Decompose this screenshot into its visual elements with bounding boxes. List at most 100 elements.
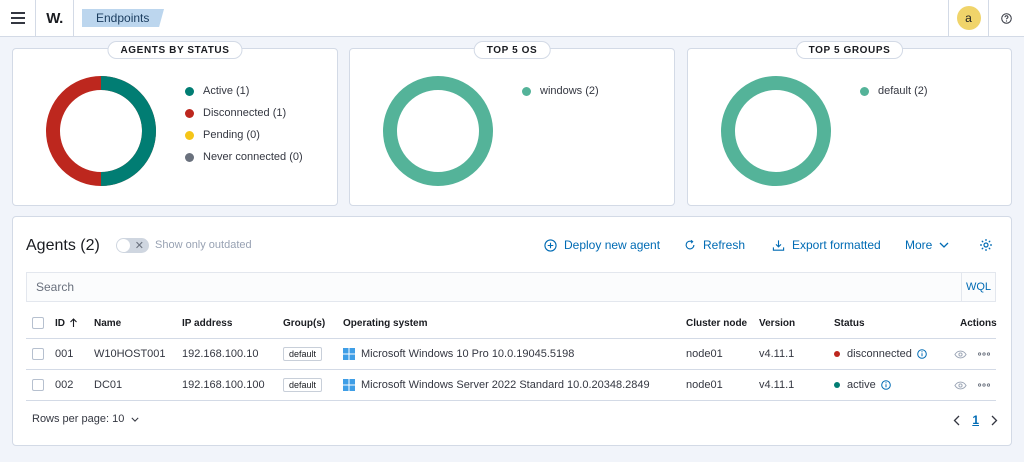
legend-dot — [185, 152, 194, 162]
status-dot — [834, 351, 840, 357]
donut-slice-default — [721, 76, 831, 186]
refresh-label: Refresh — [703, 238, 746, 252]
info-icon[interactable] — [880, 380, 891, 390]
group-badge[interactable]: default — [283, 347, 323, 361]
status-label: active — [847, 379, 876, 391]
legend-item-never-connected[interactable]: Never connected (0) — [185, 146, 303, 168]
more-label: More — [905, 238, 933, 252]
column-header-name[interactable]: Name — [94, 308, 121, 338]
os-label: Microsoft Windows Server 2022 Standard 1… — [361, 379, 650, 391]
view-agent-button[interactable] — [954, 339, 967, 369]
select-all-checkbox[interactable] — [32, 308, 44, 338]
rows-per-page-label: Rows per page: 10 — [32, 413, 125, 425]
more-menu-button[interactable]: More — [905, 238, 956, 252]
cell-version: v4.11.1 — [759, 348, 795, 360]
column-header-status[interactable]: Status — [834, 308, 865, 338]
chevron-left-icon[interactable] — [953, 415, 960, 426]
cell-status: disconnected — [834, 339, 927, 369]
status-dot — [834, 382, 840, 388]
more-dots-icon — [978, 352, 990, 356]
avatar: a — [956, 6, 981, 30]
groups-legend: default (2) — [860, 80, 928, 102]
agents-table-panel: Agents (2) ✕ Show only outdated Deploy n… — [12, 216, 1012, 446]
refresh-button[interactable]: Refresh — [684, 238, 745, 252]
eye-icon — [954, 350, 967, 358]
user-menu-button[interactable]: a — [948, 0, 988, 36]
cell-name: DC01 — [94, 379, 123, 391]
breadcrumb-endpoints[interactable]: Endpoints — [82, 9, 164, 27]
row-actions-button[interactable] — [978, 370, 990, 400]
legend-item-pending[interactable]: Pending (0) — [185, 124, 303, 146]
plus-circle-icon — [544, 238, 557, 252]
help-button[interactable] — [988, 0, 1024, 36]
more-dots-icon — [978, 383, 990, 387]
rows-per-page-selector[interactable]: Rows per page: 10 — [32, 413, 139, 425]
top-os-panel: TOP 5 OS windows (2) — [349, 41, 675, 206]
chevron-right-icon[interactable] — [991, 415, 998, 426]
gear-icon — [980, 239, 992, 251]
export-icon — [772, 239, 785, 251]
info-icon[interactable] — [917, 349, 927, 359]
cell-ip: 192.168.100.10 — [182, 348, 259, 360]
os-label: Microsoft Windows 10 Pro 10.0.19045.5198 — [361, 348, 575, 360]
donut-slice-windows — [383, 76, 493, 186]
cell-cluster-node: node01 — [686, 379, 723, 391]
checkbox-box — [32, 317, 44, 329]
group-badge[interactable]: default — [283, 378, 323, 392]
view-agent-button[interactable] — [954, 370, 967, 400]
legend-item-active[interactable]: Active (1) — [185, 80, 303, 102]
legend-item-disconnected[interactable]: Disconnected (1) — [185, 102, 303, 124]
page-number-button[interactable]: 1 — [972, 413, 979, 427]
checkbox-box — [32, 379, 44, 391]
table-row[interactable]: 001 W10HOST001 192.168.100.10 default Mi… — [26, 339, 996, 370]
legend-item-default[interactable]: default (2) — [860, 80, 928, 102]
windows-icon — [343, 379, 355, 391]
cell-status: active — [834, 370, 891, 400]
menu-button[interactable] — [0, 0, 36, 36]
cell-name: W10HOST001 — [94, 348, 166, 360]
app-logo[interactable]: W. — [36, 0, 74, 36]
deploy-agent-button[interactable]: Deploy new agent — [544, 238, 660, 252]
cell-groups: default — [283, 339, 323, 369]
column-header-version[interactable]: Version — [759, 308, 795, 338]
show-outdated-toggle[interactable]: ✕ — [116, 238, 149, 253]
agents-by-status-panel: AGENTS BY STATUS Active (1) Disconnected… — [12, 41, 338, 206]
os-donut-chart — [383, 76, 493, 186]
chevron-down-icon — [939, 242, 949, 248]
column-header-os[interactable]: Operating system — [343, 308, 427, 338]
export-formatted-button[interactable]: Export formatted — [772, 238, 881, 252]
legend-item-windows[interactable]: windows (2) — [522, 80, 599, 102]
column-header-actions: Actions — [960, 317, 997, 329]
top-header: W. Endpoints a — [0, 0, 1024, 37]
table-row[interactable]: 002 DC01 192.168.100.100 default Microso… — [26, 370, 996, 401]
status-label: disconnected — [847, 348, 912, 360]
status-legend: Active (1) Disconnected (1) Pending (0) … — [185, 80, 303, 168]
cell-cluster-node: node01 — [686, 348, 723, 360]
deploy-agent-label: Deploy new agent — [564, 238, 661, 252]
donut-slice-active — [100, 76, 156, 186]
eye-icon — [954, 381, 967, 389]
panel-title: AGENTS BY STATUS — [107, 41, 243, 59]
row-actions-button[interactable] — [978, 339, 990, 369]
panel-title: TOP 5 OS — [473, 41, 551, 59]
cell-version: v4.11.1 — [759, 379, 795, 391]
pagination: 1 — [953, 413, 998, 427]
column-header-id[interactable]: ID — [55, 308, 78, 338]
help-icon — [1001, 12, 1012, 24]
toggle-knob — [117, 239, 130, 252]
table-settings-button[interactable] — [979, 238, 1000, 252]
wql-button[interactable]: WQL — [961, 273, 995, 301]
legend-dot — [185, 108, 194, 118]
legend-label: Never connected (0) — [203, 151, 303, 163]
column-header-cluster-node[interactable]: Cluster node — [686, 308, 747, 338]
column-header-ip[interactable]: IP address — [182, 308, 232, 338]
column-header-groups[interactable]: Group(s) — [283, 308, 325, 338]
column-label: ID — [55, 317, 65, 329]
row-checkbox[interactable] — [32, 370, 44, 400]
show-outdated-label: Show only outdated — [155, 239, 252, 251]
sort-ascending-icon — [70, 318, 77, 327]
legend-label: windows (2) — [540, 85, 599, 97]
row-checkbox[interactable] — [32, 339, 44, 369]
search-input[interactable] — [27, 273, 962, 301]
table-header: ID Name IP address Group(s) Operating sy… — [26, 308, 997, 339]
